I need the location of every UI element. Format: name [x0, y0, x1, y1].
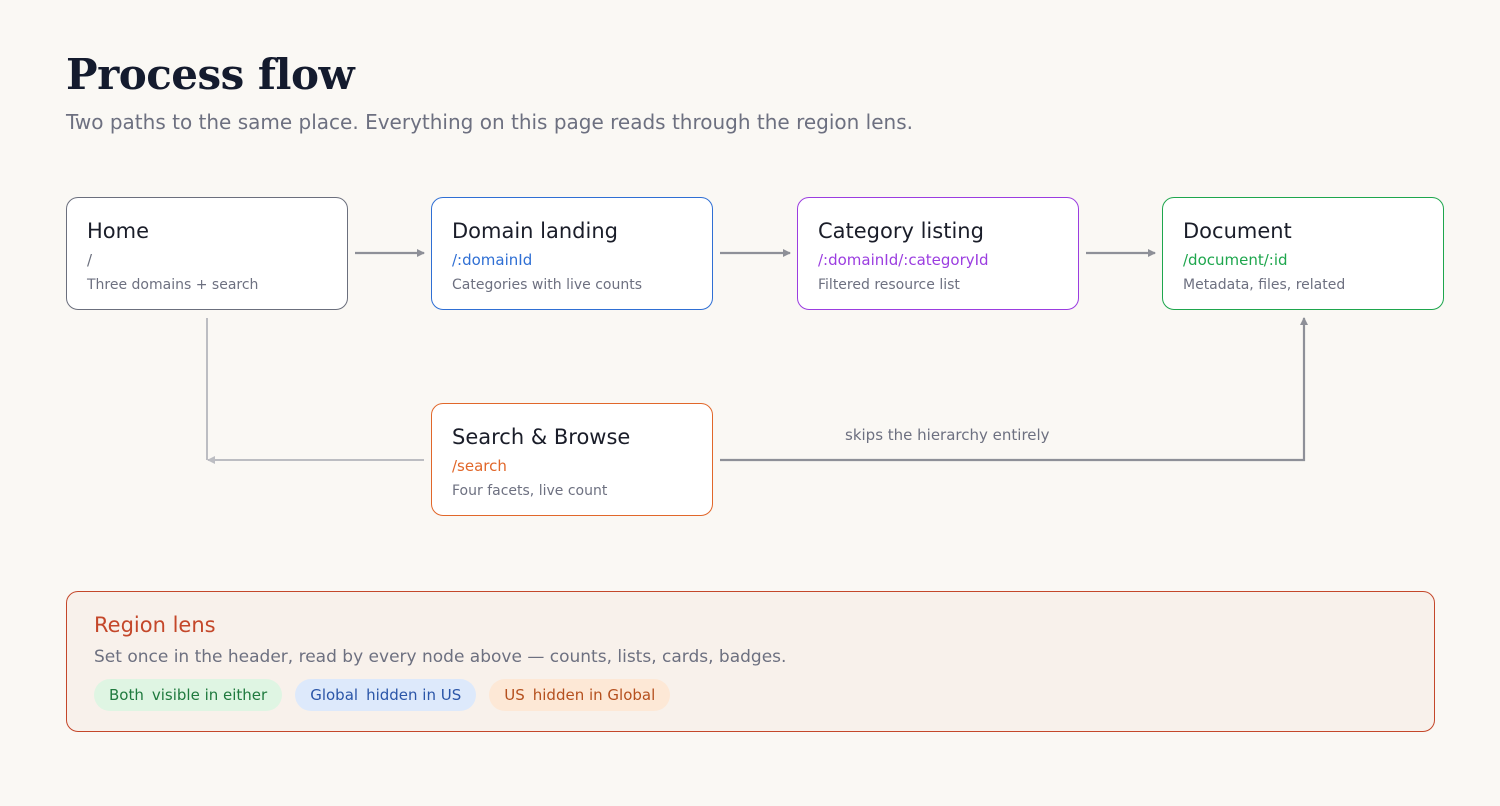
connector-home-search: [207, 318, 424, 460]
node-category-route: /:domainId/:categoryId: [818, 251, 989, 269]
node-document-description: Metadata, files, related: [1183, 277, 1346, 293]
node-domain-route: /:domainId: [452, 251, 533, 269]
chip-us: US hidden in Global: [489, 679, 671, 711]
node-search-route: /search: [452, 457, 507, 475]
node-search-description: Four facets, live count: [452, 483, 608, 499]
chip-both-key: Both: [109, 686, 144, 704]
process-flow-page: Process flow Two paths to the same place…: [0, 0, 1500, 806]
node-category-title: Category listing: [818, 219, 984, 243]
node-document-route: /document/:id: [1183, 251, 1288, 269]
chip-us-label: hidden in Global: [532, 686, 656, 704]
region-lens-description: Set once in the header, read by every no…: [94, 647, 787, 667]
chip-both-label: visible in either: [151, 686, 268, 704]
node-document-title: Document: [1183, 219, 1292, 243]
node-search-title: Search & Browse: [452, 425, 631, 449]
skip-hierarchy-label: skips the hierarchy entirely: [845, 426, 1050, 444]
node-category-listing: Category listing /:domainId/:categoryId …: [797, 197, 1079, 310]
node-home: Home / Three domains + search: [66, 197, 348, 310]
region-lens-title: Region lens: [94, 613, 216, 637]
node-domain-landing: Domain landing /:domainId Categories wit…: [431, 197, 713, 310]
node-home-route: /: [87, 251, 93, 269]
chip-global: Global hidden in US: [295, 679, 477, 711]
node-domain-description: Categories with live counts: [452, 277, 642, 293]
chip-global-key: Global: [310, 686, 359, 704]
chip-us-key: US: [504, 686, 525, 704]
node-search-browse: Search & Browse /search Four facets, liv…: [431, 403, 713, 516]
node-domain-title: Domain landing: [452, 219, 618, 243]
node-home-description: Three domains + search: [87, 277, 259, 293]
chip-global-label: hidden in US: [366, 686, 462, 704]
node-home-title: Home: [87, 219, 150, 243]
region-lens-panel: Region lens Set once in the header, read…: [66, 591, 1435, 732]
node-category-description: Filtered resource list: [818, 277, 960, 293]
node-document: Document /document/:id Metadata, files, …: [1162, 197, 1444, 310]
region-chips: Both visible in either Global hidden in …: [94, 679, 1407, 711]
chip-both: Both visible in either: [94, 679, 283, 711]
